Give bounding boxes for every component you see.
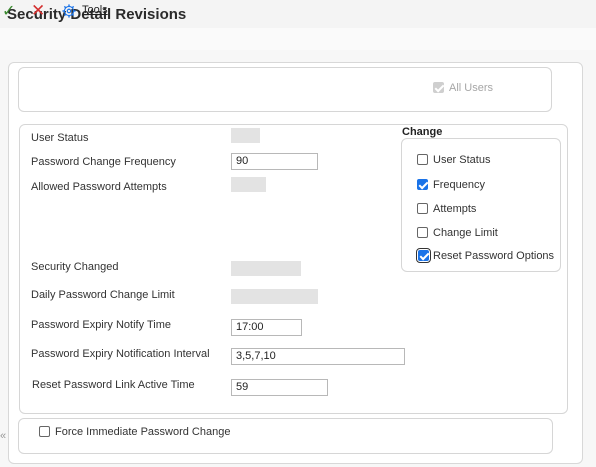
user-status-value xyxy=(231,128,260,143)
security-changed-value xyxy=(231,261,301,276)
password-expiry-notify-time-input[interactable]: 17:00 xyxy=(231,319,302,336)
all-users-checkbox[interactable] xyxy=(433,82,444,93)
force-immediate-password-change-label: Force Immediate Password Change xyxy=(55,426,231,438)
daily-password-change-limit-label: Daily Password Change Limit xyxy=(31,289,175,301)
allowed-password-attempts-value xyxy=(231,177,266,192)
password-expiry-notification-interval-input[interactable]: 3,5,7,10 xyxy=(231,348,405,365)
reset-password-options-checkbox-label: Reset Password Options xyxy=(433,250,555,262)
check-icon[interactable]: ✓ xyxy=(2,4,15,20)
attempts-checkbox[interactable] xyxy=(417,203,428,214)
reset-password-link-active-time-input[interactable]: 59 xyxy=(231,379,328,396)
password-expiry-notification-interval-label: Password Expiry Notification Interval xyxy=(31,348,210,360)
frequency-checkbox[interactable] xyxy=(417,179,428,190)
reset-password-link-active-time-label: Reset Password Link Active Time xyxy=(32,379,195,391)
change-limit-checkbox[interactable] xyxy=(417,227,428,238)
user-status-label: User Status xyxy=(31,132,89,144)
force-immediate-password-change-checkbox[interactable] xyxy=(39,426,50,437)
change-group-title: Change xyxy=(402,126,443,138)
frequency-checkbox-label: Frequency xyxy=(433,179,485,191)
security-changed-label: Security Changed xyxy=(31,261,119,273)
attempts-checkbox-label: Attempts xyxy=(433,203,477,215)
close-icon[interactable]: ✕ xyxy=(31,2,45,19)
tools-menu-button[interactable]: Tools xyxy=(82,4,108,16)
user-status-checkbox[interactable] xyxy=(417,154,428,165)
gear-icon[interactable] xyxy=(62,4,76,18)
toolbar xyxy=(0,28,596,50)
all-users-label: All Users xyxy=(449,82,494,94)
collapse-arrow-icon[interactable]: « xyxy=(0,430,8,442)
user-status-checkbox-label: User Status xyxy=(433,154,491,166)
password-change-frequency-input[interactable]: 90 xyxy=(231,153,318,170)
change-limit-checkbox-label: Change Limit xyxy=(433,227,498,239)
allowed-password-attempts-label: Allowed Password Attempts xyxy=(31,181,167,193)
password-expiry-notify-time-label: Password Expiry Notify Time xyxy=(31,319,171,331)
daily-password-change-limit-value xyxy=(231,289,318,304)
password-change-frequency-label: Password Change Frequency xyxy=(31,156,176,168)
reset-password-options-checkbox[interactable] xyxy=(416,248,431,263)
